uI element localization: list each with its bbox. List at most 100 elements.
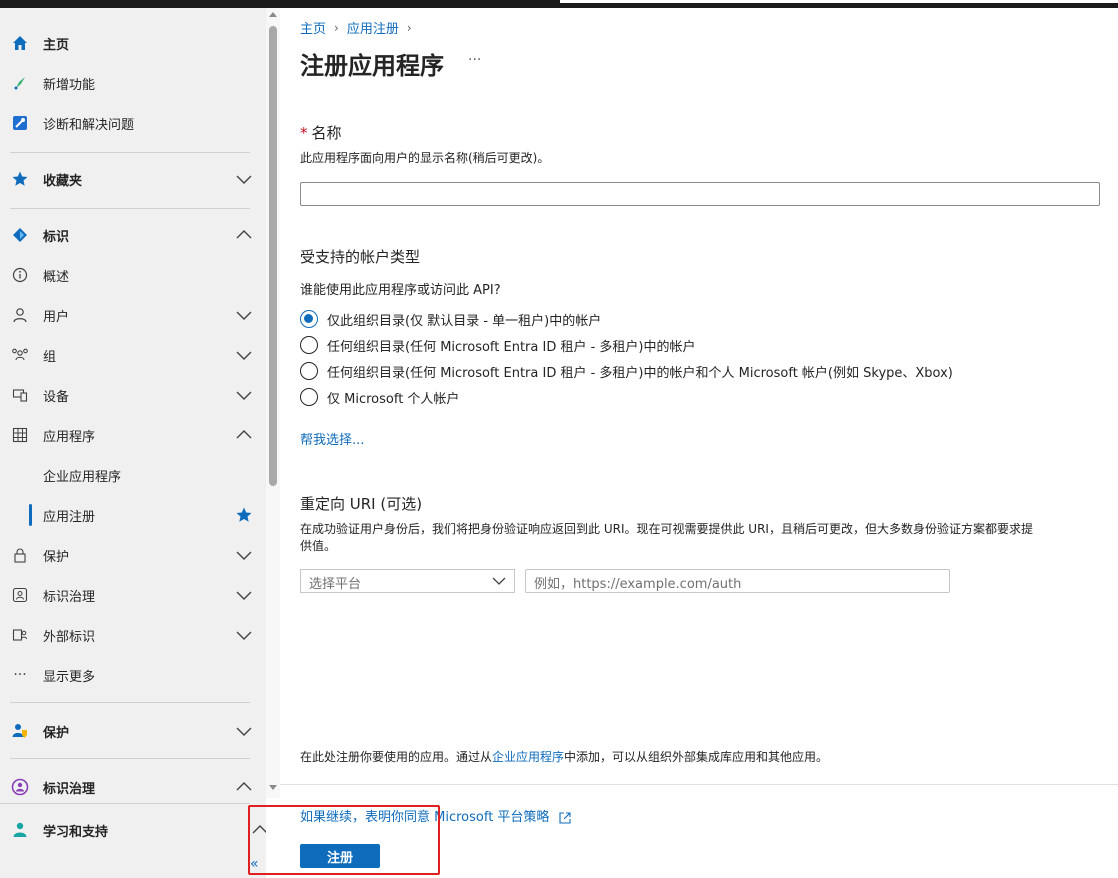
sidebar-item-label: 用户	[43, 309, 70, 325]
sidebar-item-label: 应用注册	[43, 509, 96, 525]
radio-button[interactable]	[300, 336, 318, 354]
annotation-highlight-box	[248, 805, 440, 875]
sidebar-item-learn-support[interactable]: 学习和支持	[0, 810, 266, 850]
account-type-option-multi-tenant-personal[interactable]: 任何组织目录(任何 Microsoft Entra ID 租户 - 多租户)中的…	[300, 361, 953, 381]
governance-icon	[11, 586, 29, 604]
sidebar-item-app-registrations[interactable]: 应用注册	[0, 495, 266, 535]
sidebar-item-applications[interactable]: 应用程序	[0, 415, 266, 455]
apps-grid-icon	[11, 426, 29, 444]
selected-indicator	[29, 504, 32, 526]
redirect-uri-description-line: 在成功验证用户身份后，我们将把身份验证响应返回到此 URI。现在可视需要提供此 …	[300, 522, 1033, 536]
sidebar-item-home[interactable]: 主页	[0, 23, 266, 63]
page-title: 注册应用程序	[300, 52, 444, 80]
account-type-option-personal-only[interactable]: 仅 Microsoft 个人帐户	[300, 387, 459, 407]
chevron-up-icon	[236, 230, 252, 239]
user-icon	[11, 306, 29, 324]
info-icon	[11, 266, 29, 284]
sidebar-item-label: 保护	[43, 549, 70, 565]
sidebar-item-label: 标识治理	[43, 781, 96, 797]
sidebar-item-label: 显示更多	[43, 669, 96, 685]
top-bar	[0, 0, 1118, 8]
identity-diamond-icon	[11, 226, 29, 244]
chevron-down-icon	[236, 351, 252, 360]
sidebar-item-devices[interactable]: 设备	[0, 375, 266, 415]
chevron-down-icon	[236, 175, 252, 184]
group-icon	[11, 346, 29, 364]
redirect-uri-description-line: 供值。	[300, 539, 337, 553]
sidebar-item-whats-new[interactable]: 新增功能	[0, 63, 266, 103]
radio-button[interactable]	[300, 310, 318, 328]
sidebar-item-label: 学习和支持	[43, 824, 109, 840]
scroll-up-arrow-icon[interactable]	[269, 12, 277, 17]
sidebar-item-label: 诊断和解决问题	[43, 117, 135, 133]
more-dots-icon: ···	[13, 667, 27, 683]
name-label: 名称	[311, 124, 342, 142]
account-types-title: 受支持的帐户类型	[300, 248, 421, 266]
platform-select-value: 选择平台	[309, 577, 362, 592]
home-icon	[11, 34, 29, 52]
sidebar-item-protection-section[interactable]: 保护	[0, 711, 266, 751]
sidebar-item-show-more[interactable]: ··· 显示更多	[0, 655, 266, 695]
sidebar-item-favorites[interactable]: 收藏夹	[0, 159, 266, 199]
sidebar-divider	[10, 208, 250, 209]
scroll-down-arrow-icon[interactable]	[269, 785, 277, 790]
platform-select[interactable]: 选择平台	[300, 569, 515, 593]
sidebar-item-label: 应用程序	[43, 429, 96, 445]
sidebar-item-label: 新增功能	[43, 77, 96, 93]
sidebar-item-identity-governance-section[interactable]: 标识治理	[0, 767, 266, 807]
account-type-option-multi-tenant[interactable]: 任何组织目录(任何 Microsoft Entra ID 租户 - 多租户)中的…	[300, 335, 696, 355]
footer-divider	[280, 784, 1118, 785]
sidebar-divider	[10, 702, 250, 703]
help-me-choose-link[interactable]: 帮我选择...	[300, 429, 364, 448]
chevron-right-icon: ›	[334, 20, 339, 35]
chevron-right-icon: ›	[406, 20, 412, 35]
redirect-uri-description: 在成功验证用户身份后，我们将把身份验证响应返回到此 URI。现在可视需要提供此 …	[300, 521, 1110, 555]
footer-note: 在此处注册你要使用的应用。通过从企业应用程序中添加，可以从组织外部集成库应用和其…	[300, 749, 828, 766]
chevron-down-icon	[236, 727, 252, 736]
external-link-icon	[559, 811, 571, 824]
sidebar-item-groups[interactable]: 组	[0, 335, 266, 375]
breadcrumb-home-link[interactable]: 主页	[300, 18, 326, 37]
sidebar-item-label: 标识	[43, 229, 70, 245]
chevron-up-icon	[236, 430, 252, 439]
external-id-icon	[11, 626, 29, 644]
sidebar-item-protection[interactable]: 保护	[0, 535, 266, 575]
radio-label: 仅此组织目录(仅 默认目录 - 单一租户)中的帐户	[327, 313, 602, 329]
sidebar-item-label: 概述	[43, 269, 70, 285]
chevron-up-icon	[236, 782, 252, 791]
sidebar-item-label: 企业应用程序	[43, 469, 122, 485]
chevron-down-icon	[492, 577, 506, 585]
radio-label: 仅 Microsoft 个人帐户	[327, 391, 460, 407]
scrollbar-thumb[interactable]	[269, 26, 277, 486]
account-types-question: 谁能使用此应用程序或访问此 API?	[300, 283, 501, 298]
sidebar-item-overview[interactable]: 概述	[0, 255, 266, 295]
footer-note-suffix: 中添加，可以从组织外部集成库应用和其他应用。	[564, 750, 829, 764]
sidebar-item-identity-governance[interactable]: 标识治理	[0, 575, 266, 615]
sidebar-item-label: 标识治理	[43, 589, 96, 605]
radio-button[interactable]	[300, 362, 318, 380]
enterprise-apps-link[interactable]: 企业应用程序	[492, 750, 564, 764]
sidebar-item-external-identities[interactable]: 外部标识	[0, 615, 266, 655]
sidebar-item-enterprise-apps[interactable]: 企业应用程序	[0, 455, 266, 495]
device-icon	[11, 386, 29, 404]
favorite-star-icon[interactable]	[235, 506, 253, 524]
sidebar-item-label: 设备	[43, 389, 70, 405]
chevron-down-icon	[236, 631, 252, 640]
sidebar-item-identity[interactable]: 标识	[0, 215, 266, 255]
sidebar-divider	[0, 803, 250, 804]
star-icon	[11, 170, 29, 188]
radio-button[interactable]	[300, 388, 318, 406]
sidebar-item-label: 收藏夹	[43, 173, 83, 189]
sidebar-scrollbar[interactable]	[266, 8, 280, 798]
shield-user-icon	[11, 722, 29, 740]
more-options-button[interactable]: ···	[468, 52, 481, 68]
governance-color-icon	[11, 778, 29, 796]
breadcrumb-app-registrations-link[interactable]: 应用注册	[347, 18, 399, 37]
radio-label: 任何组织目录(任何 Microsoft Entra ID 租户 - 多租户)中的…	[327, 365, 953, 381]
chevron-down-icon	[236, 311, 252, 320]
name-input[interactable]	[300, 182, 1100, 206]
sidebar-item-users[interactable]: 用户	[0, 295, 266, 335]
sidebar-item-diagnose[interactable]: 诊断和解决问题	[0, 103, 266, 143]
account-type-option-single-tenant[interactable]: 仅此组织目录(仅 默认目录 - 单一租户)中的帐户	[300, 309, 601, 329]
redirect-uri-input[interactable]: 例如，https://example.com/auth	[525, 569, 950, 593]
